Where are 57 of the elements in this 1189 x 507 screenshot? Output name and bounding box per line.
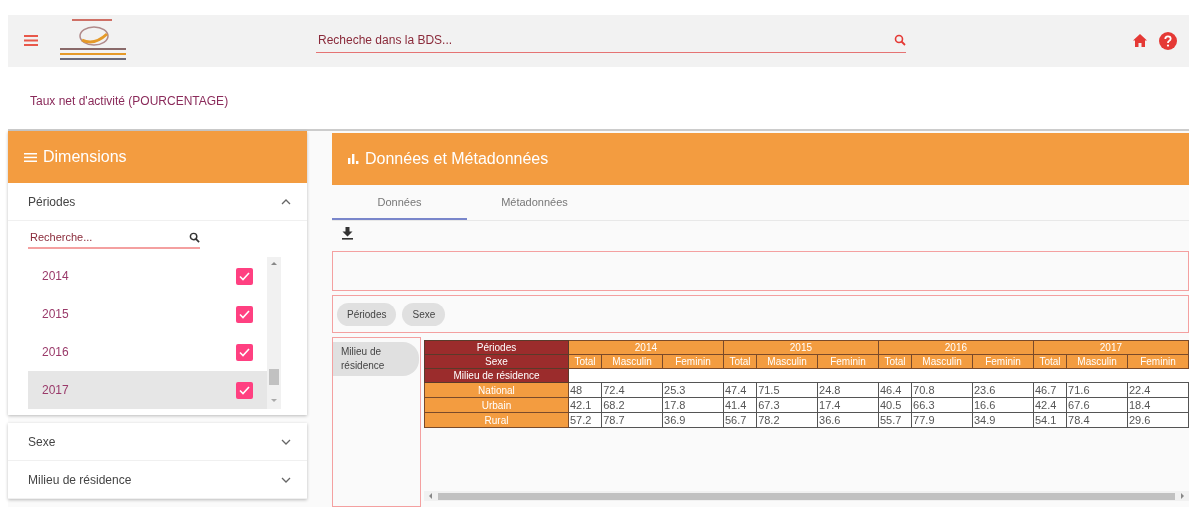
chevron-up-icon [281,198,291,205]
tab[interactable]: Données [332,185,467,220]
checkbox[interactable] [236,267,253,285]
scroll-left-icon[interactable] [428,493,434,499]
list-icon [24,152,37,162]
table-cell: 71.5 [756,382,818,398]
table-cell: 46.4 [878,382,912,398]
item-label: 2016 [42,345,69,359]
header-cell: 2015 [723,340,879,355]
chevron-down-icon [281,476,291,483]
checkbox[interactable] [236,305,253,323]
table-cell: 70.8 [911,382,973,398]
header-cell: Périodes [424,340,569,355]
page-title: Taux net d'activité (POURCENTAGE) [30,93,229,108]
table-cell: 47.4 [723,382,757,398]
download-icon[interactable] [342,226,353,240]
table-cell: 23.6 [972,382,1034,398]
list-item[interactable]: 2017 [28,371,267,409]
header-cell: 2014 [568,340,724,355]
checkbox[interactable] [236,343,253,361]
table-cell: 25.3 [662,382,724,398]
table-cell: 24.8 [817,382,879,398]
scrollbar[interactable] [267,257,281,409]
item-label: 2014 [42,269,69,283]
tab[interactable]: Métadonnées [467,185,602,220]
accordion-header[interactable]: Périodes [8,183,307,221]
search-icon[interactable] [189,231,200,243]
search-field[interactable]: Recheche dans la BDS... [316,32,894,49]
home-icon[interactable] [1133,34,1147,48]
table-cell: 71.6 [1066,382,1128,398]
dimensions-title: Dimensions [43,148,127,166]
checkmark-icon [239,309,250,319]
dimension-chip[interactable]: Périodes [337,302,397,326]
dimension-chip[interactable]: Milieu de résidence [333,342,419,376]
data-panel-title: Données et Métadonnées [365,150,549,168]
table-cell: 46.7 [1033,382,1067,398]
scroll-right-icon[interactable] [1179,493,1185,499]
accordion-header[interactable]: Sexe [8,423,307,461]
help-icon[interactable] [1159,31,1177,50]
table-cell: 72.4 [601,382,663,398]
dimension-chip[interactable]: Sexe [402,302,446,326]
bar-chart-icon [348,154,359,164]
header-cell: 2017 [1033,340,1189,355]
accordion-header[interactable]: Milieu de résidence [8,461,307,499]
checkmark-icon [239,385,250,395]
header-cell: 2016 [878,340,1034,355]
horizontal-scrollbar[interactable] [424,491,1189,501]
checkbox[interactable] [236,381,253,399]
menu-icon[interactable] [24,35,38,47]
checkmark-icon [239,271,250,281]
table-cell: 22.4 [1127,382,1189,398]
table-cell: 48 [568,382,602,398]
item-label: 2017 [42,383,69,397]
search-field[interactable]: Recherche... [28,230,189,244]
checkmark-icon [239,347,250,357]
item-label: 2015 [42,307,69,321]
chevron-down-icon [281,438,291,445]
